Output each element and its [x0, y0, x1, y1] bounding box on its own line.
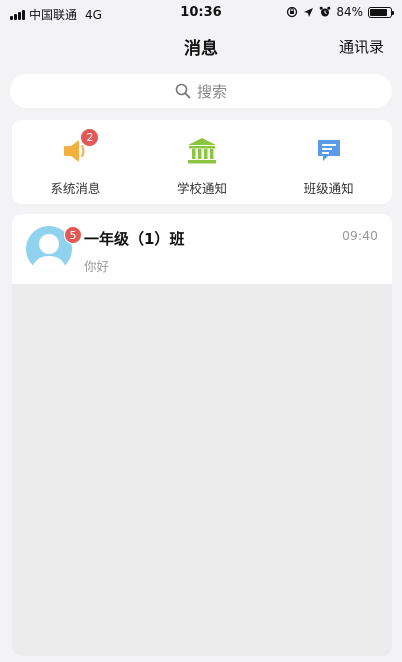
chat-last-message: 你好: [84, 259, 110, 274]
status-bar: 中国联通 4G 10:36 84%: [0, 0, 402, 26]
battery-percent: 84%: [336, 5, 363, 19]
rotation-lock-icon: [287, 6, 298, 18]
chat-time: 09:40: [341, 228, 378, 243]
search-placeholder: 搜索: [196, 82, 227, 101]
status-right: 84%: [286, 5, 394, 19]
school-notice-label: 学校通知: [177, 181, 228, 196]
school-notice-button[interactable]: 学校通知: [139, 120, 266, 204]
navigation-bar: 消息 通讯录: [0, 26, 402, 66]
search-input[interactable]: 搜索: [10, 74, 392, 108]
battery-fill: [370, 8, 387, 16]
class-notice-button[interactable]: 班级通知: [265, 120, 392, 204]
search-icon: [175, 83, 191, 99]
system-messages-badge: 2: [80, 128, 100, 147]
alarm-icon: [320, 6, 331, 17]
signal-icon: [10, 9, 25, 20]
chat-bubble-icon: [312, 134, 346, 168]
chat-name: 一年级（1）班: [84, 230, 185, 248]
system-messages-button[interactable]: 2 系统消息: [12, 120, 139, 204]
network-type: 4G: [85, 7, 102, 22]
school-building-icon: [185, 134, 219, 168]
unread-badge: 5: [64, 226, 82, 244]
carrier-name: 中国联通: [29, 8, 78, 22]
chat-list: 5 一年级（1）班 你好 09:40: [12, 214, 392, 656]
status-left: 中国联通 4G: [10, 6, 102, 23]
location-icon: [304, 7, 314, 17]
quick-actions-card: 2 系统消息 学校通知 班级通知: [12, 120, 392, 204]
speaker-icon: 2: [58, 128, 100, 168]
contacts-button[interactable]: 通讯录: [339, 36, 384, 57]
chat-item[interactable]: 5 一年级（1）班 你好 09:40: [12, 214, 392, 284]
system-messages-label: 系统消息: [50, 181, 101, 196]
class-notice-label: 班级通知: [303, 181, 354, 196]
battery-icon: [368, 6, 394, 18]
